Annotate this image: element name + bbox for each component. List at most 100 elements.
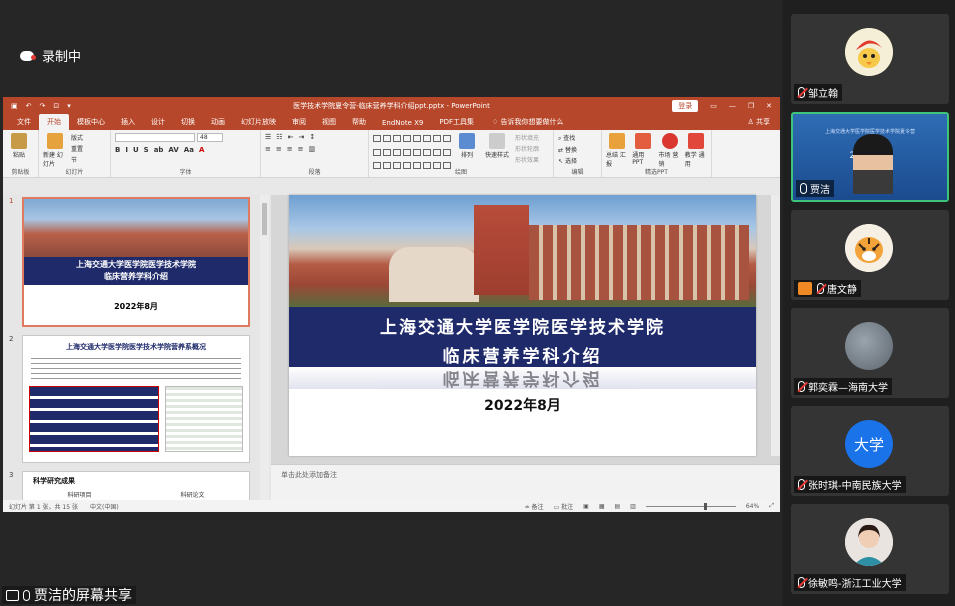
redo-icon[interactable]: ↷ — [40, 102, 46, 110]
quick-styles-icon — [489, 133, 505, 149]
slide-thumbnail-1[interactable]: 上海交通大学医学院医学技术学院 临床营养学科介绍 2022年8月 — [22, 197, 250, 327]
slide-title-line2: 临床营养学科介绍 — [442, 347, 603, 367]
participant-tile[interactable]: 郭奕霖—海南大学 — [791, 308, 949, 398]
tab-insert[interactable]: 插入 — [113, 114, 143, 130]
tab-file[interactable]: 文件 — [9, 114, 39, 130]
outdent-icon[interactable]: ⇥ — [298, 133, 304, 141]
notes-pane[interactable]: 单击此处添加备注 — [271, 464, 780, 500]
align-right-icon[interactable]: ≡ — [287, 145, 293, 153]
minimize-icon[interactable]: — — [729, 102, 736, 110]
tab-review[interactable]: 审阅 — [284, 114, 314, 130]
slideshow-view-icon[interactable]: ▥ — [630, 503, 636, 510]
participant-tile[interactable]: 唐文静 — [791, 210, 949, 300]
reset-button[interactable]: 重置 — [71, 144, 83, 153]
select-button[interactable]: ↖ 选择 — [558, 156, 577, 165]
find-button[interactable]: ⌕ 查找 — [558, 133, 577, 143]
shape-fill-button[interactable]: 形状填充 — [515, 133, 539, 142]
new-slide-icon — [47, 133, 63, 149]
bold-icon[interactable]: B — [115, 146, 120, 154]
participant-tile[interactable]: 邹立翰 — [791, 14, 949, 104]
align-left-icon[interactable]: ≡ — [265, 145, 271, 153]
recording-cloud-icon — [20, 50, 36, 61]
notes-toggle[interactable]: ≐ 备注 — [525, 502, 544, 511]
italic-icon[interactable]: I — [125, 146, 128, 154]
slide-editor: 上海交通大学医学院医学技术学院 临床营养学科介绍 临床营养学科介绍 2022年8… — [271, 195, 780, 500]
avatar — [845, 322, 893, 370]
reading-view-icon[interactable]: ▤ — [615, 503, 621, 510]
clipboard-icon — [11, 133, 27, 149]
participant-tile[interactable]: 徐敏鸣-浙江工业大学 — [791, 504, 949, 594]
bullets-icon[interactable]: ☰ — [265, 133, 271, 141]
font-color-icon[interactable]: A — [199, 146, 204, 154]
fit-slide-icon[interactable]: ⤢ — [769, 502, 774, 510]
zoom-handle[interactable] — [703, 502, 707, 510]
participant-name: 张时琪-中南民族大学 — [794, 476, 906, 493]
participant-tile-active-speaker[interactable]: 上海交通大学医学院医学技术学院夏令营 2023年优 贾洁 — [791, 112, 949, 202]
case-icon[interactable]: Aa — [184, 146, 194, 154]
thumb-title: 科学研究成果 — [33, 477, 75, 485]
customize-qat-icon[interactable]: ▾ — [67, 102, 71, 110]
replace-button[interactable]: ⇄ 替换 — [558, 145, 577, 154]
zoom-slider[interactable] — [645, 502, 736, 510]
numbering-icon[interactable]: ☷ — [276, 133, 282, 141]
tab-transitions[interactable]: 切换 — [173, 114, 203, 130]
thumb-number: 2 — [9, 335, 14, 343]
sorter-view-icon[interactable]: ▦ — [599, 503, 605, 510]
tab-view[interactable]: 视图 — [314, 114, 344, 130]
slide-thumbnail-3[interactable]: 科学研究成果 科研项目 科研论文 — [22, 471, 250, 500]
slide-counter: 幻灯片 第 1 张，共 15 张 — [9, 503, 78, 511]
shape-outline-button[interactable]: 形状轮廓 — [515, 144, 539, 153]
indent-icon[interactable]: ⇤ — [288, 133, 294, 141]
columns-icon[interactable]: ▥ — [309, 145, 316, 153]
tell-me-search[interactable]: ♢ 告诉我你想要做什么 — [482, 114, 574, 130]
undo-icon[interactable]: ↶ — [26, 102, 32, 110]
speaker-figure — [853, 134, 893, 194]
tab-animations[interactable]: 动画 — [203, 114, 233, 130]
line-spacing-icon[interactable]: ↕ — [309, 133, 315, 141]
tab-endnote[interactable]: EndNote X9 — [374, 116, 431, 130]
ribbon-display-icon[interactable]: ▭ — [710, 102, 717, 110]
shape-effects-button[interactable]: 形状效果 — [515, 155, 539, 164]
group-paragraph: ☰ ☷ ⇤ ⇥ ↕ ≡ ≡ ≡ ≡ ▥ 段落 — [261, 130, 369, 177]
close-icon[interactable]: ✕ — [766, 102, 772, 110]
align-center-icon[interactable]: ≡ — [276, 145, 282, 153]
font-name-input[interactable] — [115, 133, 195, 142]
arrange-icon — [459, 133, 475, 149]
section-button[interactable]: 节 — [71, 155, 83, 164]
strike-icon[interactable]: ab — [154, 146, 164, 154]
zoom-level[interactable]: 64% — [746, 503, 759, 510]
layout-button[interactable]: 版式 — [71, 133, 83, 142]
start-slideshow-icon[interactable]: ⊡ — [53, 102, 59, 110]
login-button[interactable]: 登录 — [672, 99, 699, 112]
slide-thumbnail-2[interactable]: 上海交通大学医学院医学技术学院营养系概况 — [22, 335, 250, 463]
tab-pdf[interactable]: PDF工具集 — [431, 114, 482, 130]
normal-view-icon[interactable]: ▣ — [583, 503, 589, 510]
slide-scrollbar[interactable] — [771, 195, 780, 456]
comments-toggle[interactable]: ▭ 批注 — [554, 502, 574, 511]
participant-name: 贾洁 — [796, 180, 834, 197]
restore-icon[interactable]: ❐ — [748, 102, 754, 110]
current-slide[interactable]: 上海交通大学医学院医学技术学院 临床营养学科介绍 临床营养学科介绍 2022年8… — [289, 195, 756, 456]
save-icon[interactable]: ▣ — [11, 102, 18, 110]
font-size-input[interactable]: 48 — [197, 133, 223, 142]
tab-design[interactable]: 设计 — [143, 114, 173, 130]
participant-tile[interactable]: 大学 张时琪-中南民族大学 — [791, 406, 949, 496]
tab-template[interactable]: 模板中心 — [69, 114, 113, 130]
justify-icon[interactable]: ≡ — [298, 145, 304, 153]
spacing-icon[interactable]: AV — [168, 146, 178, 154]
thumb-number: 3 — [9, 471, 14, 479]
tab-home[interactable]: 开始 — [39, 114, 69, 130]
shadow-icon[interactable]: S — [144, 146, 149, 154]
scroll-thumb[interactable] — [262, 203, 267, 235]
thumbnail-scrollbar[interactable] — [260, 195, 269, 500]
person-icon: ♙ — [747, 118, 756, 126]
participants-panel: 邹立翰 上海交通大学医学院医学技术学院夏令营 2023年优 贾洁 唐文静 郭奕霖… — [783, 0, 955, 606]
recording-indicator[interactable]: 录制中 — [20, 46, 81, 65]
tab-slideshow[interactable]: 幻灯片放映 — [233, 114, 284, 130]
tab-help[interactable]: 帮助 — [344, 114, 374, 130]
slide-thumbnail-pane[interactable]: 1 上海交通大学医学院医学技术学院 临床营养学科介绍 2022年8月 2 上海交… — [3, 195, 271, 500]
share-button[interactable]: ♙ 共享 — [737, 114, 780, 130]
language-indicator[interactable]: 中文(中国) — [90, 502, 119, 511]
underline-icon[interactable]: U — [133, 146, 139, 154]
mic-muted-icon — [798, 381, 805, 392]
